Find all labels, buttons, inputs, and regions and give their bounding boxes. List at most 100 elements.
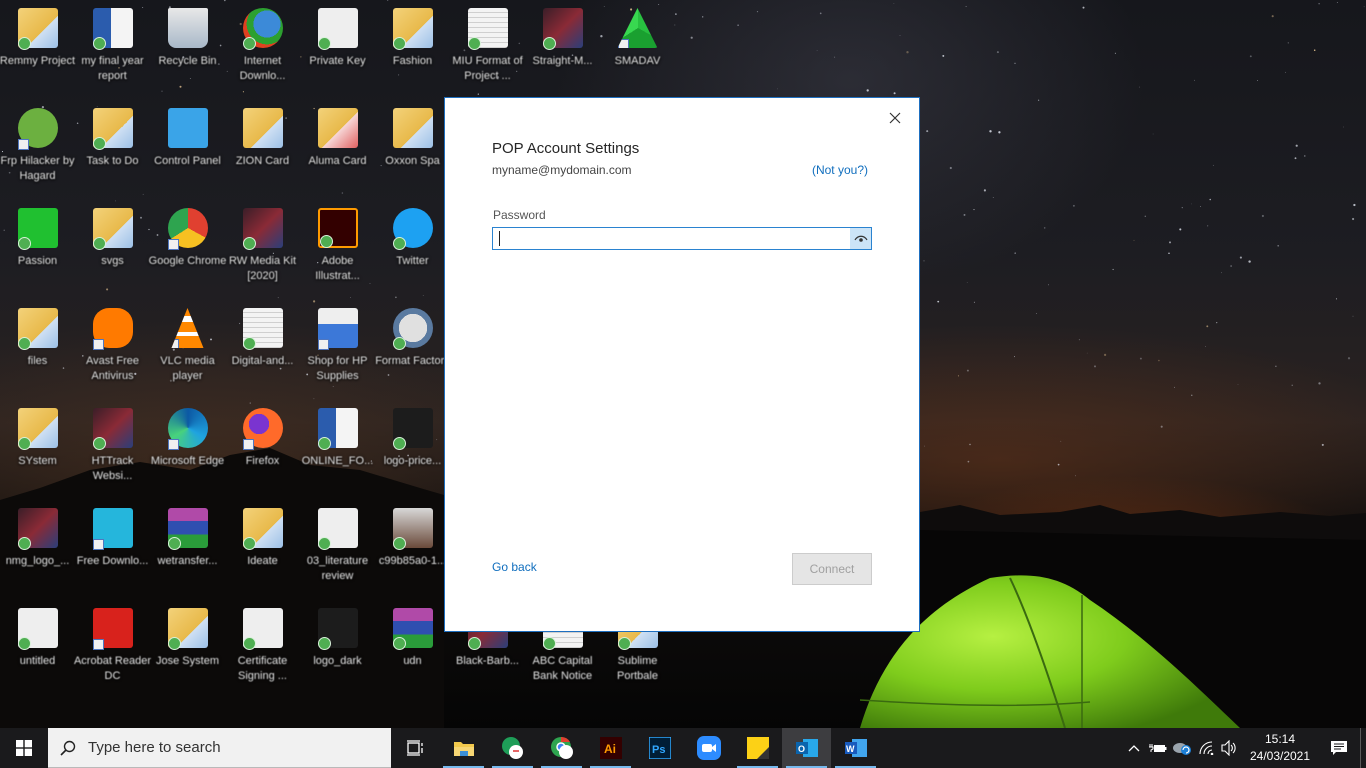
desktop-icon[interactable]: ZION Card [225, 100, 300, 195]
desktop-icon[interactable]: Straight-M... [525, 0, 600, 95]
battery-button[interactable] [1146, 728, 1170, 768]
hangouts-icon [501, 736, 525, 760]
desktop-icon[interactable]: Ideate [225, 500, 300, 595]
desktop-icon[interactable]: ONLINE_FO... [300, 400, 375, 495]
volume-button[interactable] [1218, 728, 1242, 768]
sync-check-icon [392, 337, 406, 350]
desktop-icon[interactable]: udn [375, 600, 450, 695]
desktop-icon[interactable]: c99b85a0-1... [375, 500, 450, 595]
desktop-icon-label: Twitter [396, 255, 429, 267]
desktop-icon[interactable]: Google Chrome [149, 200, 226, 295]
taskbar-search-box[interactable]: Type here to search [48, 728, 391, 768]
desktop-icon[interactable]: Free Downlo... [75, 500, 150, 595]
start-button[interactable] [0, 728, 48, 768]
sync-check-icon [317, 37, 331, 50]
desktop-icon[interactable]: Certificate Signing ... [225, 600, 300, 695]
system-tray: 15:14 24/03/2021 [1122, 728, 1366, 768]
desktop-icon[interactable]: Remmy Project [0, 0, 75, 95]
desktop-icon[interactable]: Recycle Bin [150, 0, 225, 95]
desktop-icon[interactable]: svgs [75, 200, 150, 295]
show-hidden-icons-button[interactable] [1122, 728, 1146, 768]
taskbar-app-hangouts[interactable] [488, 728, 537, 768]
close-button[interactable] [883, 106, 907, 130]
taskbar-app-word[interactable]: W [831, 728, 880, 768]
desktop-icon[interactable]: Internet Downlo... [225, 0, 300, 95]
desktop-icon[interactable]: Passion [0, 200, 75, 295]
green-file-icon [17, 208, 58, 250]
notification-icon [1331, 741, 1347, 755]
svg-text:W: W [846, 744, 855, 754]
action-center-button[interactable] [1318, 728, 1360, 768]
task-view-button[interactable] [391, 728, 439, 768]
image-icon [542, 8, 583, 50]
clock-date: 24/03/2021 [1249, 749, 1311, 763]
taskbar-app-folder[interactable] [439, 728, 488, 768]
desktop-icon[interactable]: wetransfer... [150, 500, 225, 595]
desktop-icon[interactable]: SMADAV [600, 0, 675, 95]
onedrive-button[interactable] [1170, 728, 1194, 768]
not-you-link[interactable]: (Not you?) [812, 163, 868, 177]
desktop-icon[interactable]: Control Panel [150, 100, 225, 195]
acrobat-icon [92, 608, 133, 650]
desktop-icon-label: RW Media Kit [2020] [228, 255, 297, 282]
desktop-icon[interactable]: untitled [0, 600, 75, 695]
sync-check-icon [242, 537, 256, 550]
desktop-icon[interactable]: Twitter [375, 200, 450, 295]
desktop-icon[interactable]: Fashion [375, 0, 450, 95]
desktop-icon[interactable]: Format Factory [375, 300, 450, 395]
word-icon [317, 408, 358, 450]
desktop-icon[interactable]: files [0, 300, 75, 395]
file-icon [317, 8, 358, 50]
sync-check-icon [167, 637, 181, 650]
desktop-icon[interactable]: MIU Format of Project ... [450, 0, 525, 95]
desktop-icon-label: MIU Format of Project ... [452, 55, 523, 82]
desktop-icon[interactable]: Frp Hilacker by Hagard [0, 100, 75, 195]
desktop-icon[interactable]: Jose System [150, 600, 225, 695]
svg-text:Ps: Ps [652, 744, 665, 756]
desktop-icon[interactable]: HTTrack Websi... [75, 400, 150, 495]
desktop-icon[interactable]: Oxxon Spa [375, 100, 450, 195]
desktop-icon-label: Task to Do [86, 155, 139, 167]
desktop-icon[interactable]: Microsoft Edge [150, 400, 225, 495]
desktop-icon-label: wetransfer... [157, 555, 218, 567]
taskbar-app-illustrator[interactable]: Ai [586, 728, 635, 768]
desktop-icon-label: SYstem [18, 455, 57, 467]
shortcut-arrow-icon [167, 439, 179, 450]
connect-button[interactable]: Connect [792, 553, 872, 585]
desktop-icon[interactable]: SYstem [0, 400, 75, 495]
desktop-icon[interactable]: Shop for HP Supplies [300, 300, 375, 395]
word-icon: W [844, 737, 868, 759]
taskbar-app-outlook[interactable]: O [782, 728, 831, 768]
desktop-icon[interactable]: Avast Free Antivirus [75, 300, 150, 395]
password-input[interactable] [493, 228, 850, 249]
desktop-icon-label: my final year report [81, 55, 144, 82]
taskbar-app-zoom[interactable] [684, 728, 733, 768]
desktop-icon[interactable]: Adobe Illustrat... [300, 200, 375, 295]
smadav-icon [617, 8, 658, 48]
reveal-password-button[interactable] [850, 228, 871, 249]
desktop-icon[interactable]: Aluma Card [300, 100, 375, 195]
taskbar-app-photoshop[interactable]: Ps [635, 728, 684, 768]
taskbar-app-sticky-notes[interactable] [733, 728, 782, 768]
desktop-icon[interactable]: RW Media Kit [2020] [225, 200, 300, 295]
desktop-icon[interactable]: logo_dark [300, 600, 375, 695]
desktop-icon[interactable]: VLC media player [150, 300, 225, 395]
taskbar-app-chrome[interactable] [537, 728, 586, 768]
desktop-icon-label: Recycle Bin [158, 55, 217, 67]
desktop-icon-label: Jose System [156, 655, 219, 667]
desktop-icon[interactable]: logo-price... [375, 400, 450, 495]
go-back-link[interactable]: Go back [492, 560, 537, 574]
desktop-icon[interactable]: Task to Do [75, 100, 150, 195]
desktop-icon-label: Sublime Portbale [617, 655, 658, 682]
taskbar-clock[interactable]: 15:14 24/03/2021 [1242, 731, 1318, 765]
desktop-icon[interactable]: my final year report [75, 0, 150, 95]
desktop-icon[interactable]: 03_literature review [300, 500, 375, 595]
desktop-icon[interactable]: Firefox [225, 400, 300, 495]
desktop-icon[interactable]: Private Key [300, 0, 375, 95]
desktop-icon[interactable]: Digital-and... [225, 300, 300, 395]
desktop-icon-label: HTTrack Websi... [91, 455, 134, 482]
desktop-icon[interactable]: nmg_logo_... [0, 500, 75, 595]
show-desktop-button[interactable] [1360, 728, 1366, 768]
wifi-button[interactable] [1194, 728, 1218, 768]
desktop-icon[interactable]: Acrobat Reader DC [74, 600, 151, 695]
